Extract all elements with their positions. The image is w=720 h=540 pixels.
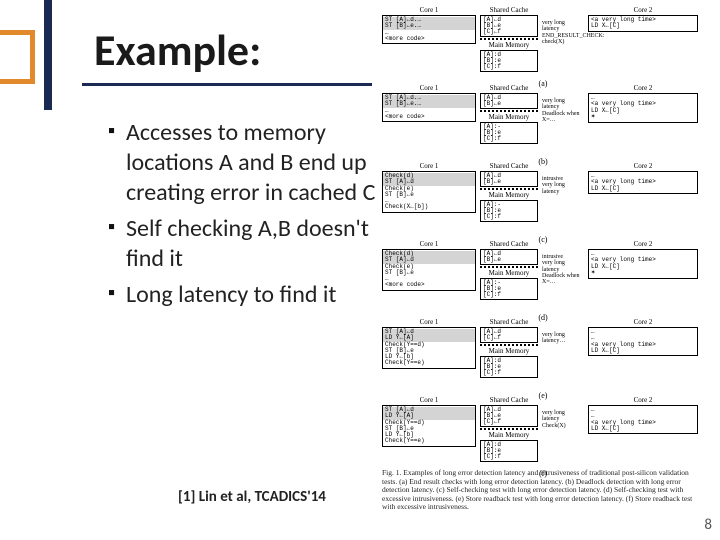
core1-box: ST [A]←d.…ST [B]←e.……<more code>: [382, 15, 476, 44]
cache-box: [A]←d[B]←e: [480, 171, 538, 187]
core-label: Core 1: [382, 396, 476, 404]
fig-panel: Core 1Check(d)ST [A]←dCheck(e)ST [B]←e…<…: [382, 240, 704, 312]
annotation: very longlatencyDeadlock when X=…: [542, 98, 584, 123]
core1-box: Check(d)ST [A]←dCheck(e)ST [B]←e…<more c…: [382, 249, 476, 291]
bullet-list: ▪ Accesses to memory locations A and B e…: [108, 118, 378, 316]
fig-panel: Core 1ST [A]←dLD Y←[A]Check(Y==d)ST [B]←…: [382, 396, 704, 468]
core2-box: …<a very long time>LD X←[C]✶: [588, 93, 698, 123]
decoration: [0, 0, 80, 110]
cache-label: Shared Cache: [480, 84, 538, 92]
slide-number: 8: [704, 516, 712, 534]
divider: [480, 428, 538, 430]
divider: [480, 188, 538, 190]
cache-box: [A]←d[B]←e: [480, 249, 538, 265]
divider: [480, 38, 538, 40]
cache-box: [A]←d[B]←e: [480, 93, 538, 109]
cache-label: Shared Cache: [480, 162, 538, 170]
core-label: Core 1: [382, 318, 476, 326]
core-label: Core 2: [588, 240, 698, 248]
bullet-text: Self checking A,B doesn't find it: [126, 214, 378, 274]
citation: [1] Lin et al, TCADICS'14: [178, 488, 326, 506]
slide: Example: ▪ Accesses to memory locations …: [0, 0, 720, 540]
mem-box: [A]:d[B]:e[C]:f: [480, 50, 538, 72]
divider: [480, 266, 538, 268]
mem-label: Main Memory: [480, 41, 538, 49]
core-label: Core 2: [588, 84, 698, 92]
cache-label: Shared Cache: [480, 240, 538, 248]
star-icon: ✶: [591, 270, 695, 277]
annotation: very longlatencyCheck(X): [542, 410, 584, 429]
core1-box: ST [A]←dLD Y←[A]Check(Y==d)ST [B]←eLD Y←…: [382, 405, 476, 447]
fig-panel: Core 1ST [A]←d.…ST [B]←e.……<more code> Sh…: [382, 84, 704, 156]
core-label: Core 2: [588, 318, 698, 326]
core-label: Core 1: [382, 162, 476, 170]
core-label: Core 1: [382, 240, 476, 248]
figure-caption: Fig. 1. Examples of long error detection…: [382, 469, 704, 512]
divider: [480, 110, 538, 112]
bullet-text: Long latency to find it: [126, 280, 378, 310]
bullet-text: Accesses to memory locations A and B end…: [126, 118, 378, 208]
core-label: Core 1: [382, 6, 476, 14]
core2-box: <a very long time>LD X←[C]: [588, 15, 698, 32]
fig-panel: Core 1Check(d)ST [A]←dCheck(e)ST [B]←e…C…: [382, 162, 704, 234]
fig-panel: Core 1ST [A]←dLD Y←[A]Check(Y==d)ST [B]←…: [382, 318, 704, 390]
figure: Core 1ST [A]←d.…ST [B]←e.……<more code>Sh…: [382, 6, 704, 496]
core-label: Core 2: [588, 396, 698, 404]
bullet-marker: ▪: [108, 118, 126, 208]
core1-box: ST [A]←dLD Y←[A]Check(Y==d)ST [B]←eLD Y←…: [382, 327, 476, 369]
bullet-item: ▪ Long latency to find it: [108, 280, 378, 310]
bullet-marker: ▪: [108, 280, 126, 310]
cache-box: [A]←d[C]←f: [480, 327, 538, 343]
mem-label: Main Memory: [480, 191, 538, 199]
annotation: intrusivevery longlatencyDeadlock when X…: [542, 254, 584, 285]
mem-label: Main Memory: [480, 347, 538, 355]
core1-box: ST [A]←d.…ST [B]←e.……<more code>: [382, 93, 476, 122]
mem-box: [A]:-[B]:e[C]:f: [480, 200, 538, 222]
core-label: Core 2: [588, 162, 698, 170]
mem-box: [A]:d[B]:e[C]:f: [480, 440, 538, 462]
slide-title: Example:: [94, 26, 261, 74]
annotation: very longlatency…: [542, 332, 584, 345]
bullet-marker: ▪: [108, 214, 126, 274]
cache-label: Shared Cache: [480, 6, 538, 14]
core2-box: …<a very long time>LD X←[C]: [588, 171, 698, 194]
mem-box: [A]:-[B]:e[C]:f: [480, 122, 538, 144]
mem-label: Main Memory: [480, 113, 538, 121]
mem-box: [A]:d[B]:e[C]:f: [480, 356, 538, 378]
star-icon: ✶: [591, 114, 695, 121]
core-label: Core 1: [382, 84, 476, 92]
core-label: Core 2: [588, 6, 698, 14]
mem-label: Main Memory: [480, 269, 538, 277]
bullet-item: ▪ Accesses to memory locations A and B e…: [108, 118, 378, 208]
mem-box: [A]:-[B]:e[C]:f: [480, 278, 538, 300]
core2-box: ……<a very long time>LD X←[C]: [588, 327, 698, 356]
core1-box: Check(d)ST [A]←dCheck(e)ST [B]←e…Check(X…: [382, 171, 476, 213]
divider: [480, 344, 538, 346]
annotation: intrusivevery longlatency: [542, 176, 584, 195]
mem-label: Main Memory: [480, 431, 538, 439]
cache-box: [A]←d[B]←e[C]←f: [480, 15, 538, 37]
cache-box: [A]←d[B]←e[C]←f: [480, 405, 538, 427]
cache-label: Shared Cache: [480, 396, 538, 404]
core2-box: …<a very long time>LD X←[C]✶: [588, 249, 698, 279]
cache-label: Shared Cache: [480, 318, 538, 326]
annotation: very longlatencyEND_RESULT_CHECK:check(X…: [542, 20, 584, 45]
bullet-item: ▪ Self checking A,B doesn't find it: [108, 214, 378, 274]
core2-box: ……<a very long time>LD X←[C]: [588, 405, 698, 434]
fig-panel: Core 1ST [A]←d.…ST [B]←e.……<more code> Sh…: [382, 6, 704, 78]
